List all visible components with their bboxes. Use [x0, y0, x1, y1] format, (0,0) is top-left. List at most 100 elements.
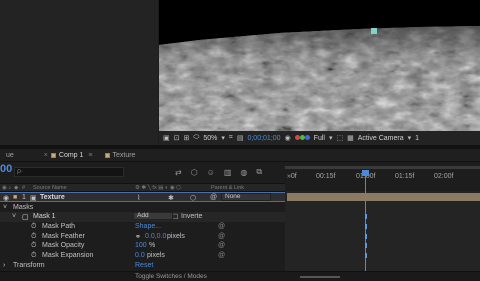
parent-header[interactable]: Parent & Link — [211, 185, 244, 191]
layer-anchor-handle[interactable] — [371, 28, 377, 34]
composition-viewer[interactable] — [159, 0, 480, 131]
graph-editor-icon[interactable]: ⧉ — [256, 167, 262, 177]
close-icon[interactable]: × — [44, 152, 48, 159]
timeline-zoom-slider[interactable] — [300, 276, 340, 278]
inverted-label: Inverte — [181, 213, 203, 220]
source-name-header[interactable]: Source Name — [33, 185, 67, 191]
ruler-tick-label: 00:15f — [316, 173, 336, 180]
layer-number: 1 — [22, 194, 26, 201]
current-time-indicator-head[interactable] — [362, 170, 369, 176]
search-input[interactable]: ρ· — [14, 167, 124, 177]
property-name: Mask Path — [42, 223, 76, 230]
mask-mode-dropdown[interactable]: Add — [133, 212, 173, 220]
camera-icon[interactable]: ◉ — [285, 134, 291, 142]
property-name: Mask Opacity — [42, 242, 85, 249]
views-dropdown[interactable]: 1 — [415, 135, 419, 142]
transform-group-row[interactable]: › Transform Reset — [0, 261, 285, 271]
mask-expansion-value[interactable]: 0.0 — [135, 252, 145, 259]
mask-mode-value: Add — [137, 212, 149, 219]
ruler-tick-label: 02:00f — [434, 173, 454, 180]
chevron-down-icon[interactable]: ˅ — [3, 204, 7, 211]
project-panel — [0, 0, 158, 145]
tab-label: ue — [6, 151, 14, 159]
fit-icon[interactable]: ⌗ — [229, 134, 233, 142]
mask-opacity-row[interactable]: ⏱ Mask Opacity 100 % @ — [0, 241, 285, 251]
toggle-switches-modes-button[interactable]: Toggle Switches / Modes — [135, 273, 207, 280]
chevron-down-icon: ▾ — [328, 135, 333, 142]
safe-zones-icon[interactable]: ⊡ — [174, 134, 180, 142]
composition-icon — [104, 152, 110, 158]
link-icon[interactable]: ⚭ — [135, 233, 141, 241]
tab-texture[interactable]: Texture — [99, 149, 142, 161]
region-of-interest-icon[interactable]: ⬚ — [336, 134, 343, 142]
layer-duration-bar[interactable] — [287, 193, 480, 201]
chevron-down-icon: ▾ — [407, 135, 412, 142]
comp-mini-flowchart-icon[interactable]: ⇄ — [175, 168, 182, 177]
tab-label: Texture — [112, 151, 136, 159]
work-area-bar[interactable] — [285, 166, 480, 169]
frame-blending-icon[interactable]: ▥ — [224, 168, 232, 177]
property-name: Mask Expansion — [42, 252, 94, 259]
ruler-tick-label: »0f — [287, 173, 297, 180]
av-features-icon: ◉ ♪ — [2, 185, 12, 191]
shy-icon[interactable]: ☺ — [207, 168, 215, 177]
mask-path-value[interactable]: Shape... — [135, 223, 161, 230]
switches-header-icons: ⚙ ✱ ╲ fx ▤ ◐ ◉ ⬡ — [135, 185, 181, 191]
motion-blur-icon[interactable]: ◍ — [240, 168, 247, 177]
mask-expansion-unit: pixels — [147, 252, 165, 259]
transparency-grid-icon[interactable]: ▤ — [237, 134, 244, 142]
mask-visibility-icon[interactable]: ⬭ — [193, 134, 199, 142]
layer-name[interactable]: Texture — [40, 194, 65, 201]
chevron-right-icon[interactable]: › — [3, 262, 5, 269]
transparency-icon[interactable]: ▦ — [347, 134, 354, 142]
current-time-display[interactable]: 00 — [0, 163, 12, 175]
keyframe-marker[interactable] — [365, 234, 367, 239]
mask-name[interactable]: Mask 1 — [33, 213, 56, 220]
expression-pickwhip-icon[interactable]: @ — [218, 223, 225, 230]
channel-icon[interactable] — [294, 134, 310, 142]
resolution-dropdown[interactable]: Full — [314, 135, 325, 142]
keyframe-marker[interactable] — [365, 214, 367, 219]
timeline-tab-bar: ue × Comp 1 ≡ Texture — [0, 149, 480, 162]
draft-3d-icon[interactable]: ⬡ — [191, 168, 198, 177]
keyframe-marker[interactable] — [365, 243, 367, 248]
tab-comp-1[interactable]: × Comp 1 ≡ — [38, 149, 99, 161]
stopwatch-icon[interactable]: ⏱ — [31, 252, 36, 260]
composition-icon — [50, 152, 56, 158]
menu-icon[interactable]: ≡ — [88, 152, 92, 159]
transform-reset-link[interactable]: Reset — [135, 262, 153, 269]
snapshot-icon[interactable]: ▣ — [163, 134, 170, 142]
3d-layer-switch-icon[interactable]: ⬡ — [190, 194, 196, 202]
shy-switch-icon[interactable]: ⌇ — [137, 194, 140, 202]
stopwatch-icon[interactable]: ⏱ — [31, 242, 36, 250]
parent-dropdown[interactable]: None — [221, 193, 271, 201]
mask-expansion-row[interactable]: ⏱ Mask Expansion 0.0 pixels @ — [0, 251, 285, 261]
timecode-display[interactable]: 0;00;01;00 — [247, 135, 280, 142]
collapse-switch-icon[interactable]: ✱ — [168, 194, 174, 202]
pick-whip-icon[interactable]: @ — [210, 194, 217, 201]
tab-render-queue[interactable]: ue — [0, 149, 20, 161]
keyframe-marker[interactable] — [365, 253, 367, 258]
ruler-tick-label: 01:15f — [395, 173, 415, 180]
grid-icon[interactable]: ⊞ — [184, 134, 190, 142]
timeline-toolbar: ⇄ ⬡ ☺ ▥ ◍ ⧉ — [175, 165, 285, 179]
mask-opacity-value[interactable]: 100 — [135, 242, 147, 249]
property-name: Mask Feather — [42, 233, 85, 240]
expression-pickwhip-icon[interactable]: @ — [218, 233, 225, 240]
visibility-eye-icon[interactable]: ◉ — [3, 194, 9, 202]
camera-dropdown[interactable]: Active Camera — [358, 135, 404, 142]
mask-color-icon[interactable]: ▢ — [22, 213, 29, 221]
label-color-icon[interactable]: ■ — [13, 194, 17, 201]
expression-pickwhip-icon[interactable]: @ — [218, 252, 225, 259]
mask-feather-value[interactable]: 0.0,0.0 — [145, 233, 166, 240]
parent-value: None — [225, 193, 241, 200]
chevron-down-icon[interactable]: ˅ — [12, 213, 16, 220]
zoom-dropdown[interactable]: 50% — [203, 135, 217, 142]
keyframe-marker[interactable] — [365, 224, 367, 229]
stopwatch-icon[interactable]: ⏱ — [31, 233, 36, 241]
timeline-footer: Toggle Switches / Modes — [0, 271, 480, 281]
expression-pickwhip-icon[interactable]: @ — [218, 242, 225, 249]
stopwatch-icon[interactable]: ⏱ — [31, 223, 36, 231]
mask-path-row[interactable]: ⏱ Mask Path Shape... @ — [0, 222, 285, 232]
timeline-track-area[interactable] — [285, 191, 480, 271]
